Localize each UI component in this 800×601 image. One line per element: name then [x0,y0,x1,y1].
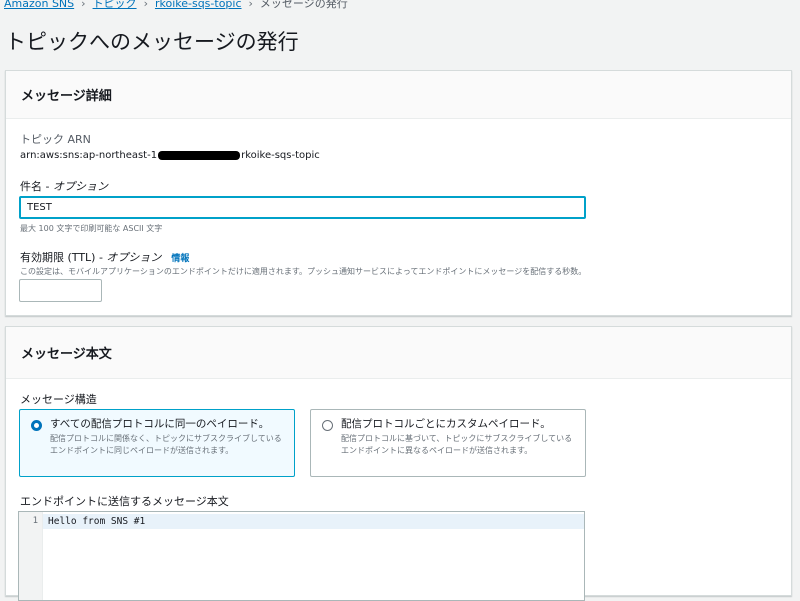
message-structure-label: メッセージ構造 [20,393,97,406]
ttl-label: 有効期限 (TTL) - オプション 情報 [20,249,189,265]
breadcrumb: Amazon SNS › トピック › rkoike-sqs-topic › メ… [4,0,348,11]
option-description: 配信プロトコルに基づいて、トピックにサブスクライブしているエンドポイントに異なる… [341,434,573,455]
topic-arn-label: トピック ARN [20,133,91,146]
subject-hint: 最大 100 文字で印刷可能な ASCII 文字 [20,224,163,233]
line-number: 1 [32,516,38,526]
chevron-right-icon: › [248,0,253,10]
chevron-right-icon: › [81,0,86,10]
topic-arn-value: arn:aws:sns:ap-northeast-1 rkoike-sqs-top… [20,150,320,161]
breadcrumb-link-topic[interactable]: rkoike-sqs-topic [155,0,242,11]
ttl-optional-text: オプション [106,251,162,264]
ttl-input[interactable] [19,279,102,302]
panel-title: メッセージ詳細 [21,89,112,104]
panel-title: メッセージ本文 [21,347,112,362]
option-title: すべての配信プロトコルに同一のペイロード。 [50,418,270,430]
message-body-label: エンドポイントに送信するメッセージ本文 [20,495,229,508]
page-title: トピックへのメッセージの発行 [5,30,299,54]
breadcrumb-link-sns[interactable]: Amazon SNS [4,0,74,11]
redaction-mark [158,150,241,160]
subject-optional-text: オプション [52,180,108,193]
ttl-hint: この設定は、モバイルアプリケーションのエンドポイントだけに適用されます。プッシュ… [20,267,587,276]
message-body-editor[interactable]: 1 Hello from SNS #1 [18,511,585,601]
subject-label: 件名 - オプション [20,178,108,194]
topic-arn-suffix: rkoike-sqs-topic [241,150,320,161]
editor-line[interactable]: Hello from SNS #1 [48,516,145,527]
option-identical-payload[interactable]: すべての配信プロトコルに同一のペイロード。 配信プロトコルに関係なく、トピックに… [19,409,295,477]
breadcrumb-current: メッセージの発行 [259,0,348,10]
radio-selected-icon[interactable] [31,420,42,431]
ttl-label-text: 有効期限 (TTL) - [20,251,107,264]
topic-arn-prefix: arn:aws:sns:ap-northeast-1 [20,150,158,161]
option-title: 配信プロトコルごとにカスタムペイロード。 [341,418,551,430]
option-description: 配信プロトコルに関係なく、トピックにサブスクライブしているエンドポイントに同じペ… [50,434,282,455]
option-custom-payload[interactable]: 配信プロトコルごとにカスタムペイロード。 配信プロトコルに基づいて、トピックにサ… [310,409,586,477]
chevron-right-icon: › [143,0,148,10]
message-body-panel: メッセージ本文 メッセージ構造 すべての配信プロトコルに同一のペイロード。 配信… [5,326,792,601]
breadcrumb-link-topics[interactable]: トピック [93,0,137,11]
editor-gutter: 1 [19,512,43,600]
panel-header: メッセージ詳細 [6,71,791,119]
message-details-panel: メッセージ詳細 トピック ARN arn:aws:sns:ap-northeas… [5,70,792,316]
panel-header: メッセージ本文 [6,327,791,379]
radio-unselected-icon[interactable] [322,420,333,431]
ttl-info-link[interactable]: 情報 [171,254,189,264]
subject-label-text: 件名 - [20,180,53,193]
subject-input[interactable] [19,196,586,219]
